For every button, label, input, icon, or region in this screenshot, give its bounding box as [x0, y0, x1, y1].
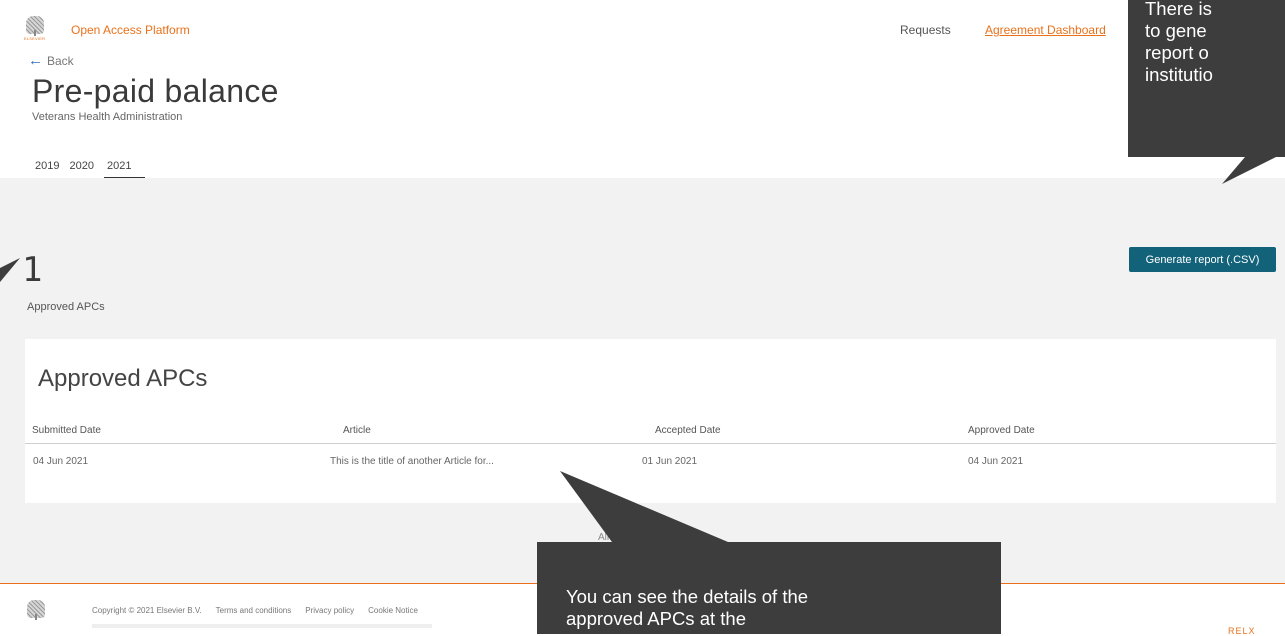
back-label: Back — [47, 54, 74, 68]
year-tabs: 2019 2020 2021 — [35, 160, 146, 178]
callout-bottom-text: You can see the details of the approved … — [566, 586, 809, 629]
app-title[interactable]: Open Access Platform — [71, 23, 190, 37]
col-header-article[interactable]: Article — [343, 425, 371, 436]
approved-count-label: Approved APCs — [27, 301, 105, 313]
logo-wordmark: ELSEVIER — [24, 36, 46, 41]
tab-2020[interactable]: 2020 — [69, 160, 93, 178]
copyright-text: Copyright © 2021 Elsevier B.V. — [92, 606, 202, 615]
elsevier-logo[interactable]: ELSEVIER — [24, 16, 46, 42]
footer-logo — [25, 600, 47, 626]
cell-approved-date: 04 Jun 2021 — [968, 456, 1024, 467]
footer-link-terms[interactable]: Terms and conditions — [216, 606, 292, 615]
footer-link-privacy[interactable]: Privacy policy — [305, 606, 354, 615]
approved-apcs-card: Approved APCs Submitted Date Article Acc… — [25, 339, 1276, 503]
generate-report-button[interactable]: Generate report (.CSV) — [1129, 247, 1276, 272]
col-header-accepted-date[interactable]: Accepted Date — [655, 425, 721, 436]
nav-requests[interactable]: Requests — [900, 23, 951, 37]
approved-count: 1 — [22, 250, 43, 290]
cell-article[interactable]: This is the title of another Article for… — [330, 456, 494, 467]
relx-logo: RELX — [1228, 626, 1256, 636]
back-link[interactable]: ← Back — [28, 52, 74, 69]
callout-top-text: There is to gene report o institutio — [1145, 0, 1213, 85]
page-subtitle: Veterans Health Administration — [32, 111, 183, 123]
callout-approved-details: You can see the details of the approved … — [537, 542, 1001, 634]
tab-2021[interactable]: 2021 — [103, 160, 146, 178]
cell-accepted-date: 01 Jun 2021 — [642, 456, 698, 467]
cell-submitted-date: 04 Jun 2021 — [33, 456, 89, 467]
table-divider — [25, 443, 1276, 444]
nav-agreement-dashboard[interactable]: Agreement Dashboard — [985, 23, 1106, 37]
tab-2019[interactable]: 2019 — [35, 160, 59, 178]
footer-link-cookie[interactable]: Cookie Notice — [368, 606, 418, 615]
col-header-approved-date[interactable]: Approved Date — [968, 425, 1035, 436]
footer-links: Copyright © 2021 Elsevier B.V. Terms and… — [92, 606, 418, 615]
card-title: Approved APCs — [38, 365, 208, 392]
callout-generate-report: There is to gene report o institutio — [1128, 0, 1285, 157]
page-title: Pre-paid balance — [32, 73, 279, 109]
footer-secondary-text — [92, 624, 432, 628]
col-header-submitted-date[interactable]: Submitted Date — [32, 425, 101, 436]
arrow-left-icon: ← — [28, 52, 43, 69]
